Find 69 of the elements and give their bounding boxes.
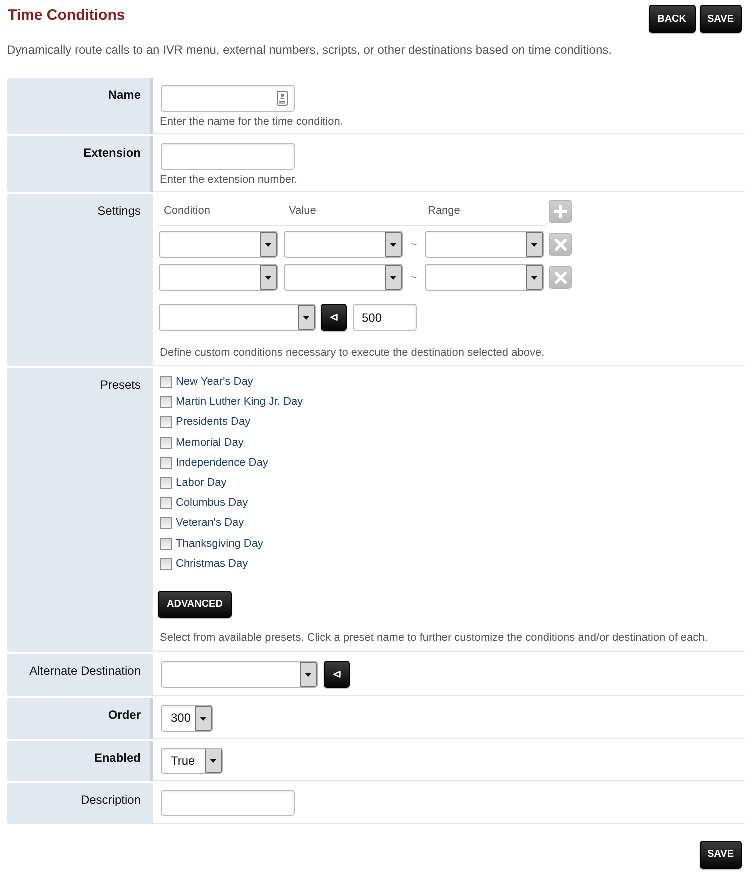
preset-link[interactable]: Christmas Day <box>176 556 248 571</box>
back-button[interactable]: BACK <box>648 5 696 33</box>
range-separator: ~ <box>410 238 418 250</box>
preset-checkbox[interactable] <box>160 396 172 408</box>
close-icon <box>554 272 566 284</box>
column-header: Value <box>289 204 316 219</box>
preset-link[interactable]: Independence Day <box>176 456 268 470</box>
field-label: Presets <box>100 378 141 392</box>
text-field[interactable] <box>161 790 295 816</box>
field-label: Order <box>108 708 141 722</box>
field-label: Alternate Destination <box>30 664 141 678</box>
field-label: Settings <box>98 204 141 218</box>
preset-link[interactable]: New Year's Day <box>176 375 254 390</box>
destination-button[interactable] <box>324 660 350 688</box>
destination-button[interactable] <box>321 304 347 331</box>
preset-checkbox[interactable] <box>160 517 172 530</box>
save-button[interactable]: SAVE <box>700 840 742 869</box>
preset-link[interactable]: Labor Day <box>176 476 227 490</box>
preset-checkbox[interactable] <box>160 436 172 449</box>
page-description: Dynamically route calls to an IVR menu, external numbers, scripts, or other destinations based on time conditions. <box>7 42 613 58</box>
value-select[interactable] <box>284 264 403 291</box>
preset-checkbox[interactable] <box>160 477 172 490</box>
range-separator: ~ <box>410 272 418 284</box>
preset-checkbox[interactable] <box>160 497 172 510</box>
remove-condition-button[interactable] <box>549 266 572 289</box>
field-label: Enabled <box>94 750 141 765</box>
text-field[interactable] <box>161 85 295 112</box>
column-header: Condition <box>164 204 210 219</box>
page-title: Time Conditions <box>8 8 126 24</box>
column-header: Range <box>428 204 460 219</box>
dropdown-arrow-icon <box>205 748 222 773</box>
preset-checkbox[interactable] <box>160 376 172 388</box>
field-hint: Enter the name for the time condition. <box>160 115 344 129</box>
preset-checkbox[interactable] <box>160 416 172 428</box>
destination-select[interactable] <box>159 304 316 331</box>
close-icon <box>554 238 566 250</box>
contact-card-icon <box>277 91 288 106</box>
left-triangle-icon <box>330 313 338 322</box>
plus-icon <box>554 205 567 218</box>
field-hint: Select from available presets. Click a preset name to further customize the conditions and/or destination of each. <box>160 630 709 645</box>
field-label: Extension <box>84 146 141 160</box>
preset-link[interactable]: Veteran's Day <box>176 516 244 530</box>
remove-condition-button[interactable] <box>549 233 572 256</box>
value-select[interactable]: 300 <box>161 704 214 732</box>
add-condition-button[interactable] <box>549 200 572 223</box>
field-hint: Define custom conditions necessary to execute the destination selected above. <box>160 346 546 360</box>
destination-select[interactable] <box>161 660 318 688</box>
field-label: Description <box>80 792 141 807</box>
range-select[interactable] <box>425 231 544 258</box>
preset-link[interactable]: Martin Luther King Jr. Day <box>176 395 304 410</box>
preset-checkbox[interactable] <box>160 538 172 550</box>
number-field[interactable]: 500 <box>353 304 417 331</box>
preset-link[interactable]: Presidents Day <box>176 415 251 430</box>
condition-select[interactable] <box>159 231 278 258</box>
preset-checkbox[interactable] <box>160 456 172 469</box>
preset-link[interactable]: Columbus Day <box>176 496 248 510</box>
save-button[interactable]: SAVE <box>700 5 742 33</box>
text-field[interactable] <box>161 143 295 170</box>
left-triangle-icon <box>333 670 341 679</box>
preset-link[interactable]: Thanksgiving Day <box>176 536 264 551</box>
field-label: Name <box>108 88 141 102</box>
condition-select[interactable] <box>159 264 278 291</box>
value-select[interactable] <box>284 231 403 258</box>
value-select[interactable]: True <box>161 748 224 774</box>
range-select[interactable] <box>425 264 544 291</box>
preset-link[interactable]: Memorial Day <box>176 436 244 450</box>
field-hint: Enter the extension number. <box>160 173 299 187</box>
preset-checkbox[interactable] <box>160 558 172 570</box>
advanced-button[interactable]: ADVANCED <box>158 590 232 618</box>
